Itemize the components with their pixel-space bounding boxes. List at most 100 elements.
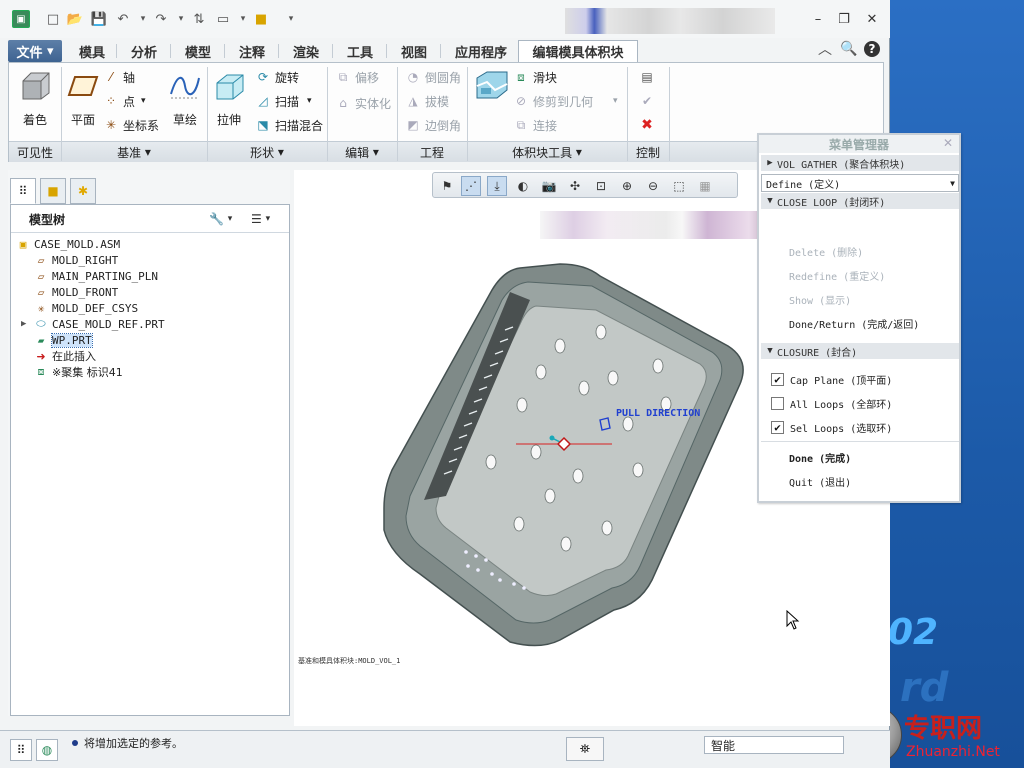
folder-browser-tab[interactable]: ■ [40,178,66,204]
windows-dropdown-icon[interactable]: ▾ [234,10,252,28]
restore-icon[interactable]: ❐ [834,10,854,28]
tree-item-assembly[interactable]: ▣ CASE_MOLD.ASM [11,236,289,252]
favorites-tab[interactable]: ✱ [70,178,96,204]
extrude-button[interactable]: 拉伸 [207,67,251,137]
find-tool-button[interactable]: ⛯ [566,737,604,761]
done-menu-item[interactable]: Done (完成) [789,448,851,466]
all-loops-checkbox[interactable]: All Loops (全部环) [771,394,892,412]
help-icon[interactable]: ? [864,41,880,57]
vol-gather-section[interactable]: ▶ VOL GATHER (聚合体积块) [761,154,959,171]
named-views-icon[interactable]: ⚑ [437,176,457,196]
spin-center-icon[interactable]: ✣ [565,176,585,196]
tree-show-button[interactable]: ☰ ▾ [251,210,270,228]
minimize-icon[interactable]: – [808,10,828,28]
save-icon[interactable]: 💾 [90,10,108,28]
preview-button[interactable]: ▤ [639,67,659,87]
menu-manager-close-icon[interactable]: ✕ [943,136,953,150]
tree-settings-button[interactable]: 🔧 ▾ [209,210,232,228]
swept-blend-button[interactable]: ⬔ 扫描混合 [255,115,323,135]
offset-button[interactable]: ⧉ 偏移 [335,67,379,87]
tree-item-gather[interactable]: ⧈ ※聚集 标识41 [11,364,289,380]
tab-render[interactable]: 渲染 [284,40,328,62]
tab-annotate[interactable]: 注释 [230,40,274,62]
windows-icon[interactable]: ▭ [214,10,232,28]
tree-item-main-parting-pln[interactable]: ▱ MAIN_PARTING_PLN [11,268,289,284]
app-icon[interactable]: ▣ [12,10,30,28]
point-button[interactable]: ⁘ 点 ▾ [103,91,146,111]
define-dropdown[interactable]: Define (定义) ▼ [761,174,959,192]
tab-view[interactable]: 视图 [392,40,436,62]
tree-item-mold-def-csys[interactable]: ✳ MOLD_DEF_CSYS [11,300,289,316]
cancel-button[interactable]: ✖ [639,115,659,135]
browser-toggle-icon[interactable]: ◍ [36,739,58,761]
redo-icon[interactable]: ↷ [152,10,170,28]
undo-dropdown-icon[interactable]: ▾ [134,10,152,28]
round-button[interactable]: ◔ 倒圆角 [405,67,461,87]
sel-loops-checkbox[interactable]: ✔ Sel Loops (选取环) [771,418,892,436]
tab-tools[interactable]: 工具 [338,40,382,62]
ok-button[interactable]: ✔ [639,91,659,111]
shade-button[interactable]: 着色 [13,67,57,137]
folder-icon[interactable]: ■ [252,10,270,28]
trim-to-geometry-button[interactable]: ⊘ 修剪到几何 ▾ [513,91,618,111]
zoom-in-icon[interactable]: ⊕ [617,176,637,196]
open-icon[interactable]: 📂 [66,10,84,28]
delete-menu-item[interactable]: Delete (删除) [789,242,863,260]
tab-edit-mold-volume[interactable]: 编辑模具体积块 [518,40,638,62]
revolve-button[interactable]: ⟳ 旋转 [255,67,299,87]
group-label-datum[interactable]: 基准 ▾ [61,143,207,161]
tree-item-insert-here[interactable]: ➜ 在此插入 [11,348,289,364]
tab-file[interactable]: 文件 ▾ [8,40,62,62]
regenerate-icon[interactable]: ⇅ [190,10,208,28]
axis-button[interactable]: ⁄ 轴 [103,67,135,87]
tree-item-case-mold-ref[interactable]: ▶ ⬭ CASE_MOLD_REF.PRT [11,316,289,332]
undo-icon[interactable]: ↶ [114,10,132,28]
tree-item-wp-prt[interactable]: ▰ WP.PRT [11,332,289,348]
group-label-volume-tools[interactable]: 体积块工具 ▾ [467,143,627,161]
show-menu-item[interactable]: Show (显示) [789,290,851,308]
tab-model[interactable]: 模型 [176,40,220,62]
datum-display-icon[interactable]: ⋰ [461,176,481,196]
group-label-shapes[interactable]: 形状 ▾ [207,143,327,161]
plane-button[interactable]: 平面 [61,67,105,137]
draft-button[interactable]: ◮ 拔模 [405,91,449,111]
tab-applications[interactable]: 应用程序 [444,40,518,62]
volume-block-button[interactable] [469,67,515,137]
sketch-button[interactable]: 草绘 [163,67,207,137]
display-style-icon[interactable]: ◐ [513,176,533,196]
sweep-button[interactable]: ◿ 扫描 ▾ [255,91,311,111]
model-tree-header: 模型树 🔧 ▾ ☰ ▾ [11,205,289,233]
tab-analysis[interactable]: 分析 [122,40,166,62]
slider-button[interactable]: ⧈ 滑块 [513,67,557,87]
tab-mold[interactable]: 模具 [72,40,112,62]
model-tree-tab[interactable]: ⠿ [10,178,36,204]
saved-orientations-icon[interactable]: 📷 [539,176,559,196]
zoom-out-icon[interactable]: ⊖ [643,176,663,196]
plane-display-icon[interactable]: ⤓ [487,176,507,196]
repaint-icon[interactable]: ⬚ [669,176,689,196]
solidify-button[interactable]: ⌂ 实体化 [335,93,391,113]
tree-item-mold-front[interactable]: ▱ MOLD_FRONT [11,284,289,300]
selection-filter-select[interactable]: 智能 [704,736,844,754]
annotation-display-icon[interactable]: ▦ [695,176,715,196]
tree-item-mold-right[interactable]: ▱ MOLD_RIGHT [11,252,289,268]
group-label-editing[interactable]: 编辑 ▾ [327,143,397,161]
closure-section[interactable]: ▼ CLOSURE (封合) [761,342,959,359]
refit-icon[interactable]: ⊡ [591,176,611,196]
search-icon[interactable]: 🔍 [840,40,858,58]
done-return-menu-item[interactable]: Done/Return (完成/返回) [789,314,919,332]
quit-menu-item[interactable]: Quit (退出) [789,472,851,490]
redefine-menu-item[interactable]: Redefine (重定义) [789,266,885,284]
cap-plane-checkbox[interactable]: ✔ Cap Plane (顶平面) [771,370,892,388]
redo-dropdown-icon[interactable]: ▾ [172,10,190,28]
expand-arrow-icon[interactable]: ▶ [21,319,26,329]
close-icon[interactable]: ✕ [862,10,882,28]
collapse-ribbon-icon[interactable]: ︿ [816,40,834,58]
chamfer-button[interactable]: ◩ 边倒角 [405,115,461,135]
csys-button[interactable]: ✳ 坐标系 [103,115,159,135]
join-button[interactable]: ⧉ 连接 [513,115,557,135]
customize-icon[interactable]: ▾ [282,10,300,28]
new-icon[interactable]: □ [44,10,62,28]
close-loop-section[interactable]: ▼ CLOSE LOOP (封闭环) [761,192,959,209]
navigator-toggle-icon[interactable]: ⠿ [10,739,32,761]
